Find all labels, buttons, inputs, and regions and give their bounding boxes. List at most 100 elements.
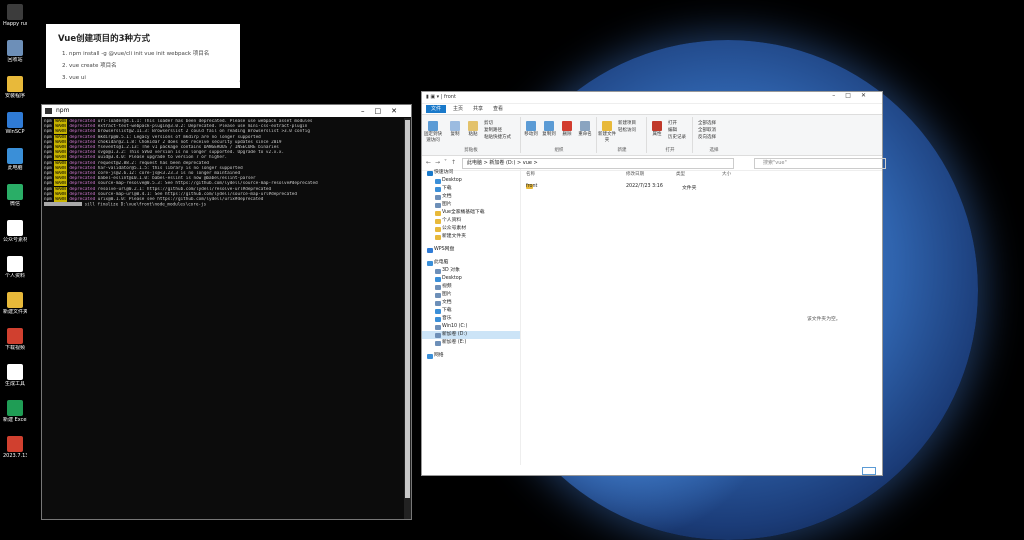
history-button[interactable]: 历史记录 bbox=[668, 134, 686, 140]
desktop-icon[interactable]: 安装程序 bbox=[3, 76, 27, 99]
desktop-icon[interactable]: 微信 bbox=[3, 184, 27, 207]
nav-item[interactable]: 音乐 bbox=[422, 315, 520, 323]
paste-shortcut-button[interactable]: 粘贴快捷方式 bbox=[484, 134, 511, 140]
nav-item[interactable]: Win10 (C:) bbox=[422, 323, 520, 331]
invert-selection-button[interactable]: 反向选择 bbox=[698, 134, 716, 140]
copy-to-button[interactable]: 复制到 bbox=[540, 121, 558, 137]
explorer-ribbon-tabs: 文件 主页 共享 查看 bbox=[422, 104, 882, 115]
desktop-icon[interactable]: 新建文件夹 bbox=[3, 292, 27, 315]
pdf-icon bbox=[7, 328, 23, 344]
desktop-icon-label: 公众号素材 bbox=[3, 237, 27, 243]
explorer-window-controls[interactable]: –□✕ bbox=[832, 92, 876, 99]
column-date[interactable]: 修改日期 bbox=[626, 171, 644, 177]
delete-icon bbox=[562, 121, 572, 131]
column-size[interactable]: 大小 bbox=[722, 171, 731, 177]
nav-item[interactable]: 文档 bbox=[422, 299, 520, 307]
desktop-icon-label: 微信 bbox=[9, 201, 20, 207]
new-item-button[interactable]: 新建项目 bbox=[618, 120, 636, 126]
open-button[interactable]: 打开 bbox=[668, 120, 677, 126]
nav-item[interactable]: 下载 bbox=[422, 185, 520, 193]
nav-item[interactable]: 公众号素材 bbox=[422, 225, 520, 233]
nav-item[interactable]: 此电脑 bbox=[422, 259, 520, 267]
copy-path-button[interactable]: 复制路径 bbox=[484, 127, 502, 133]
properties-button[interactable]: 属性 bbox=[648, 121, 666, 137]
ribbon-group-organize: 移动到 复制到 删除 重命名 组织 bbox=[522, 117, 597, 153]
column-name[interactable]: 名称 bbox=[526, 171, 535, 177]
desktop-icon[interactable]: WinSCP bbox=[3, 112, 27, 135]
cut-button[interactable]: 剪切 bbox=[484, 120, 493, 126]
nav-item[interactable]: 新加卷 (D:) bbox=[422, 331, 520, 339]
tab-share[interactable]: 共享 bbox=[468, 105, 488, 113]
notes-list: 1. npm install -g @vue/cli init vue init… bbox=[62, 50, 209, 86]
npm-terminal-window[interactable]: npm –□✕ npm WARN deprecated url-loader@4… bbox=[41, 104, 412, 520]
file-type: 文件夹 bbox=[682, 186, 697, 191]
nav-item[interactable]: 网络 bbox=[422, 352, 520, 360]
easy-access-button[interactable]: 轻松访问 bbox=[618, 127, 636, 133]
notes-card: Vue创建项目的3种方式 1. npm install -g @vue/cli … bbox=[46, 24, 246, 88]
nav-item[interactable]: WPS网盘 bbox=[422, 246, 520, 254]
file-row[interactable]: front 2022/7/23 3:16 文件夹 bbox=[526, 184, 876, 192]
nav-item[interactable]: 快速访问 bbox=[422, 169, 520, 177]
new-folder-icon bbox=[602, 121, 612, 131]
rename-button[interactable]: 重命名 bbox=[576, 121, 594, 137]
nav-item[interactable]: 新建文件夹 bbox=[422, 233, 520, 241]
nav-back-forward-up[interactable]: ←→˅↑ bbox=[426, 159, 460, 166]
computer-icon bbox=[7, 148, 23, 164]
nav-item[interactable]: 下载 bbox=[422, 307, 520, 315]
desktop-icon[interactable]: 公众号素材 bbox=[3, 220, 27, 243]
desktop-icon[interactable]: 回收站 bbox=[3, 40, 27, 63]
desktop-icon[interactable]: Happy runle... bbox=[3, 4, 27, 27]
tab-view[interactable]: 查看 bbox=[488, 105, 508, 113]
nav-item-label: 个人资料 bbox=[442, 218, 462, 223]
explorer-title: ▮ ▣ ▾ | front bbox=[426, 94, 456, 100]
edit-button[interactable]: 编辑 bbox=[668, 127, 677, 133]
nav-item[interactable]: 图片 bbox=[422, 201, 520, 209]
tab-file[interactable]: 文件 bbox=[426, 105, 447, 113]
column-type[interactable]: 类型 bbox=[676, 171, 685, 177]
delete-button[interactable]: 删除 bbox=[558, 121, 576, 137]
desktop-icon-label: 安装程序 bbox=[4, 93, 25, 99]
nav-item[interactable]: 图片 bbox=[422, 291, 520, 299]
nav-item-label: 文档 bbox=[442, 194, 452, 199]
nav-item[interactable]: Vue全家桶基础下载 bbox=[422, 209, 520, 217]
nav-item[interactable]: 新加卷 (E:) bbox=[422, 339, 520, 347]
terminal-scroll-thumb[interactable] bbox=[405, 120, 410, 498]
desktop-icon-label: 2023.7.13 bbox=[3, 453, 27, 459]
terminal-scrollbar[interactable] bbox=[404, 118, 411, 519]
move-to-button[interactable]: 移动到 bbox=[522, 121, 540, 137]
select-all-button[interactable]: 全部选择 bbox=[698, 120, 716, 126]
desktop-icon[interactable]: 生成工具 bbox=[3, 364, 27, 387]
terminal-output[interactable]: npm WARN deprecated url-loader@4.1.1: Th… bbox=[44, 119, 403, 517]
nav-item[interactable]: Desktop bbox=[422, 177, 520, 185]
nav-item[interactable]: Desktop bbox=[422, 275, 520, 283]
file-explorer-window[interactable]: ▮ ▣ ▾ | front –□✕ 文件 主页 共享 查看 固定到快速访问 复制… bbox=[421, 91, 886, 476]
desktop-icon[interactable]: 下载视频 bbox=[3, 328, 27, 351]
copy-button[interactable]: 复制 bbox=[446, 121, 464, 137]
desktop-icon[interactable]: 个人资料 bbox=[3, 256, 27, 279]
search-box[interactable]: 搜索"vue" bbox=[754, 158, 886, 169]
wechat-icon bbox=[7, 184, 23, 200]
select-none-button[interactable]: 全部取消 bbox=[698, 127, 716, 133]
nav-item[interactable]: 视频 bbox=[422, 283, 520, 291]
paste-button[interactable]: 粘贴 bbox=[464, 121, 482, 137]
rename-icon bbox=[580, 121, 590, 131]
address-bar[interactable]: 此电脑 > 新加卷 (D:) > vue > bbox=[462, 158, 734, 169]
details-view-toggle[interactable] bbox=[862, 467, 876, 475]
pin-quick-access-button[interactable]: 固定到快速访问 bbox=[424, 121, 442, 143]
terminal-icon bbox=[45, 108, 52, 114]
nav-item-icon bbox=[435, 341, 441, 346]
nav-item-label: WPS网盘 bbox=[434, 247, 455, 252]
nav-item-icon bbox=[435, 235, 441, 240]
navigation-pane[interactable]: 快速访问 Desktop 下载 文档 图片 Vue全家桶基础下载 个人资料 公众号素材 新建文件… bbox=[422, 169, 521, 465]
new-folder-button[interactable]: 新建文件夹 bbox=[598, 121, 616, 143]
tab-home[interactable]: 主页 bbox=[448, 105, 468, 113]
explorer-titlebar[interactable]: ▮ ▣ ▾ | front –□✕ bbox=[422, 92, 882, 104]
desktop-icon[interactable]: 此电脑 bbox=[3, 148, 27, 171]
terminal-titlebar[interactable]: npm –□✕ bbox=[42, 105, 411, 117]
nav-item[interactable]: 3D 对象 bbox=[422, 267, 520, 275]
desktop-icon[interactable]: 2023.7.13 bbox=[3, 436, 27, 459]
desktop-icon[interactable]: 新建 Excel bbox=[3, 400, 27, 423]
nav-item[interactable]: 个人资料 bbox=[422, 217, 520, 225]
nav-item[interactable]: 文档 bbox=[422, 193, 520, 201]
terminal-window-controls[interactable]: –□✕ bbox=[361, 105, 407, 117]
